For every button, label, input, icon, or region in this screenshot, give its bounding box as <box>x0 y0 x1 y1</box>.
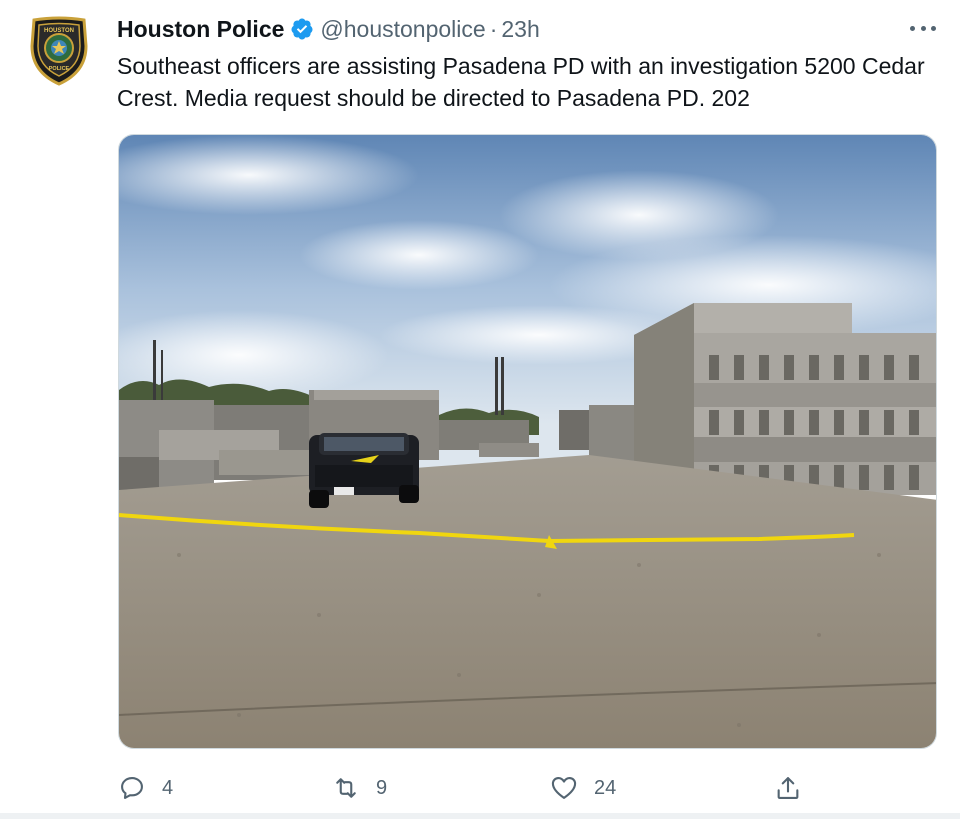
timestamp[interactable]: 23h <box>501 16 539 43</box>
retweet-icon <box>336 778 356 798</box>
tweet-photo[interactable] <box>118 134 937 749</box>
avatar[interactable]: HOUSTON POLICE <box>28 16 90 86</box>
more-options-icon[interactable] <box>910 18 936 38</box>
handle[interactable]: @houstonpolice <box>320 16 485 43</box>
houston-police-badge-icon: HOUSTON POLICE <box>30 16 88 86</box>
more-dot <box>931 25 936 31</box>
tweet-actions: 4 9 24 <box>118 770 818 806</box>
reply-icon <box>121 777 143 799</box>
tweet-text: Southeast officers are assisting Pasaden… <box>117 53 925 111</box>
more-dot <box>920 25 926 31</box>
display-name[interactable]: Houston Police <box>117 16 284 43</box>
tweet-header: Houston Police @houstonpolice · 23h <box>117 14 930 44</box>
reply-button[interactable]: 4 <box>118 770 173 806</box>
badge-top-text: HOUSTON <box>44 28 74 34</box>
bottom-divider <box>0 813 960 819</box>
separator-dot: · <box>489 15 498 42</box>
verified-badge-icon <box>291 18 313 40</box>
heart-icon <box>551 777 577 799</box>
retweet-count: 9 <box>376 776 388 799</box>
share-icon <box>777 777 799 799</box>
more-dot <box>910 25 915 31</box>
photo-police-suv-crime-scene-tape <box>119 135 936 748</box>
reply-count: 4 <box>162 776 174 799</box>
share-button[interactable] <box>774 770 818 806</box>
retweet-button[interactable]: 9 <box>332 770 387 806</box>
like-button[interactable]: 24 <box>550 770 616 806</box>
badge-bottom-text: POLICE <box>49 66 70 72</box>
like-count: 24 <box>594 776 617 799</box>
